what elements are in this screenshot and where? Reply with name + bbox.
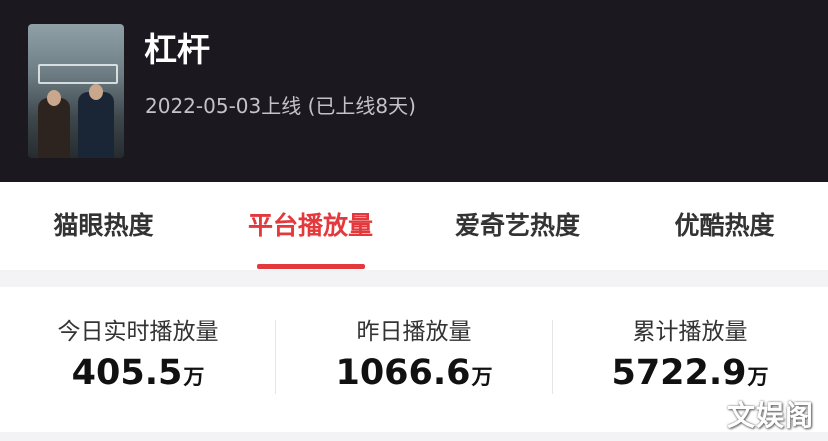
stat-number: 1066.6 [335,353,471,393]
poster-figure-left [38,98,70,158]
stat-divider [275,320,276,394]
show-header: 杠杆 2022-05-03上线 (已上线8天) [0,0,828,182]
stat-unit: 万 [183,365,205,389]
metric-tabs: 猫眼热度 平台播放量 爱奇艺热度 优酷热度 [0,182,828,270]
poster-head-right [89,84,103,100]
stat-number: 405.5 [71,353,183,393]
stat-value: 405.5万 [0,351,276,401]
stat-unit: 万 [747,365,769,389]
poster-head-left [47,90,61,106]
stat-yesterday: 昨日播放量 1066.6万 [276,287,552,432]
stat-label: 昨日播放量 [356,319,472,345]
stat-value: 1066.6万 [276,351,552,401]
tab-iqiyi-heat[interactable]: 爱奇艺热度 [414,182,621,270]
stat-number: 5722.9 [611,353,747,393]
stat-label: 累计播放量 [632,319,748,345]
watermark: 文娱阁 [726,399,814,432]
poster-title-art [38,64,118,84]
stat-label: 今日实时播放量 [57,319,219,345]
show-title: 杠杆 [144,30,210,69]
stat-unit: 万 [471,365,493,389]
tab-platform-plays[interactable]: 平台播放量 [207,182,414,270]
release-date-info: 2022-05-03上线 (已上线8天) [145,94,416,118]
stat-divider [552,320,553,394]
poster-figure-right [78,92,114,158]
tab-youku-heat[interactable]: 优酷热度 [621,182,828,270]
active-tab-indicator [257,264,365,269]
show-poster-image[interactable] [28,24,124,158]
tab-maoyan-heat[interactable]: 猫眼热度 [0,182,207,270]
stat-today-realtime: 今日实时播放量 405.5万 [0,287,276,432]
play-stats-panel: 今日实时播放量 405.5万 昨日播放量 1066.6万 累计播放量 5722.… [0,287,828,432]
